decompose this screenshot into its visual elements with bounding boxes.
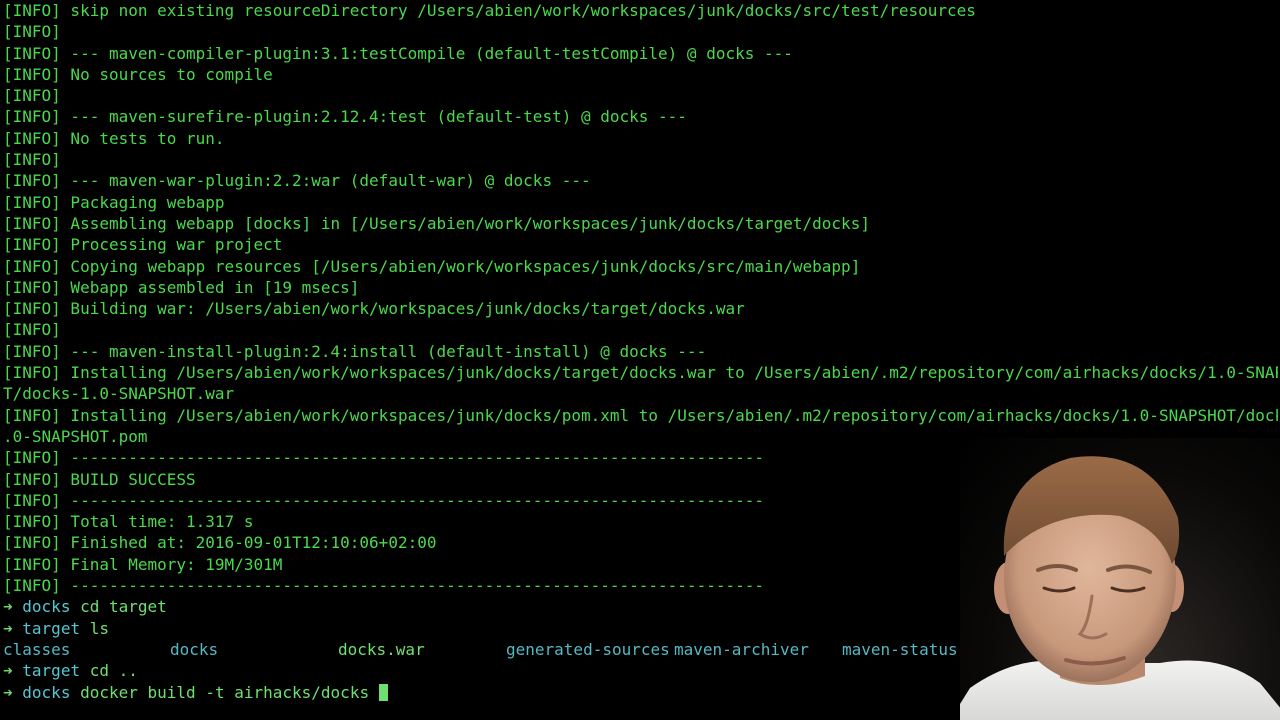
log-line: [INFO] --- maven-compiler-plugin:3.1:tes… — [3, 43, 793, 63]
prompt-arrow-icon: ➜ — [3, 597, 13, 617]
ls-entry-dir: generated-sources — [506, 639, 670, 659]
prompt-arrow-icon: ➜ — [3, 618, 13, 638]
log-line: [INFO] No sources to compile — [3, 64, 273, 84]
log-line: [INFO] Webapp assembled in [19 msecs] — [3, 277, 360, 297]
prompt-arrow-icon: ➜ — [3, 682, 13, 702]
log-line: T/docks-1.0-SNAPSHOT.war — [3, 384, 235, 404]
webcam-overlay — [960, 438, 1280, 720]
log-line: [INFO] — [3, 86, 61, 106]
log-line: [INFO] Copying webapp resources [/Users/… — [3, 256, 861, 276]
presenter-video-image — [960, 456, 1280, 720]
ls-entry-dir: maven-archiver — [674, 639, 809, 659]
log-line: [INFO] — [3, 22, 61, 42]
prompt-directory: target — [22, 618, 81, 638]
prompt-directory: target — [22, 661, 81, 681]
prompt-arrow-icon: ➜ — [3, 661, 13, 681]
log-line: [INFO] Processing war project — [3, 235, 283, 255]
log-line: [INFO] Packaging webapp — [3, 192, 225, 212]
log-line: [INFO] No tests to run. — [3, 128, 225, 148]
command-input[interactable]: docker build -t airhacks/docks — [80, 683, 379, 702]
ls-entry-dir: docks — [170, 639, 219, 659]
prompt-command: ls — [89, 618, 109, 638]
ls-entry-dir: classes — [3, 639, 71, 659]
log-line: [INFO] — [3, 150, 61, 170]
prompt-directory: docks — [22, 682, 71, 702]
log-line: [INFO] Installing /Users/abien/work/work… — [3, 405, 1278, 425]
log-line: [INFO] — [3, 320, 61, 340]
log-line: [INFO] --- maven-surefire-plugin:2.12.4:… — [3, 107, 687, 127]
ls-entry-file: docks.war — [338, 639, 425, 659]
terminal-window[interactable]: [INFO] skip non existing resourceDirecto… — [0, 0, 1280, 720]
log-line: [INFO] Installing /Users/abien/work/work… — [3, 363, 1278, 383]
log-line: [INFO] --- maven-install-plugin:2.4:inst… — [3, 341, 707, 361]
prompt-command: cd target — [80, 597, 167, 617]
log-line: [INFO] Assembling webapp [docks] in [/Us… — [3, 213, 870, 233]
log-line: [INFO] Building war: /Users/abien/work/w… — [3, 299, 745, 319]
log-line: [INFO] --- maven-war-plugin:2.2:war (def… — [3, 171, 591, 191]
text-cursor — [378, 683, 388, 701]
log-line: [INFO] skip non existing resourceDirecto… — [3, 1, 976, 20]
ls-entry-dir: maven-status — [842, 639, 958, 659]
prompt-command: cd .. — [89, 661, 138, 681]
prompt-directory: docks — [22, 597, 71, 617]
